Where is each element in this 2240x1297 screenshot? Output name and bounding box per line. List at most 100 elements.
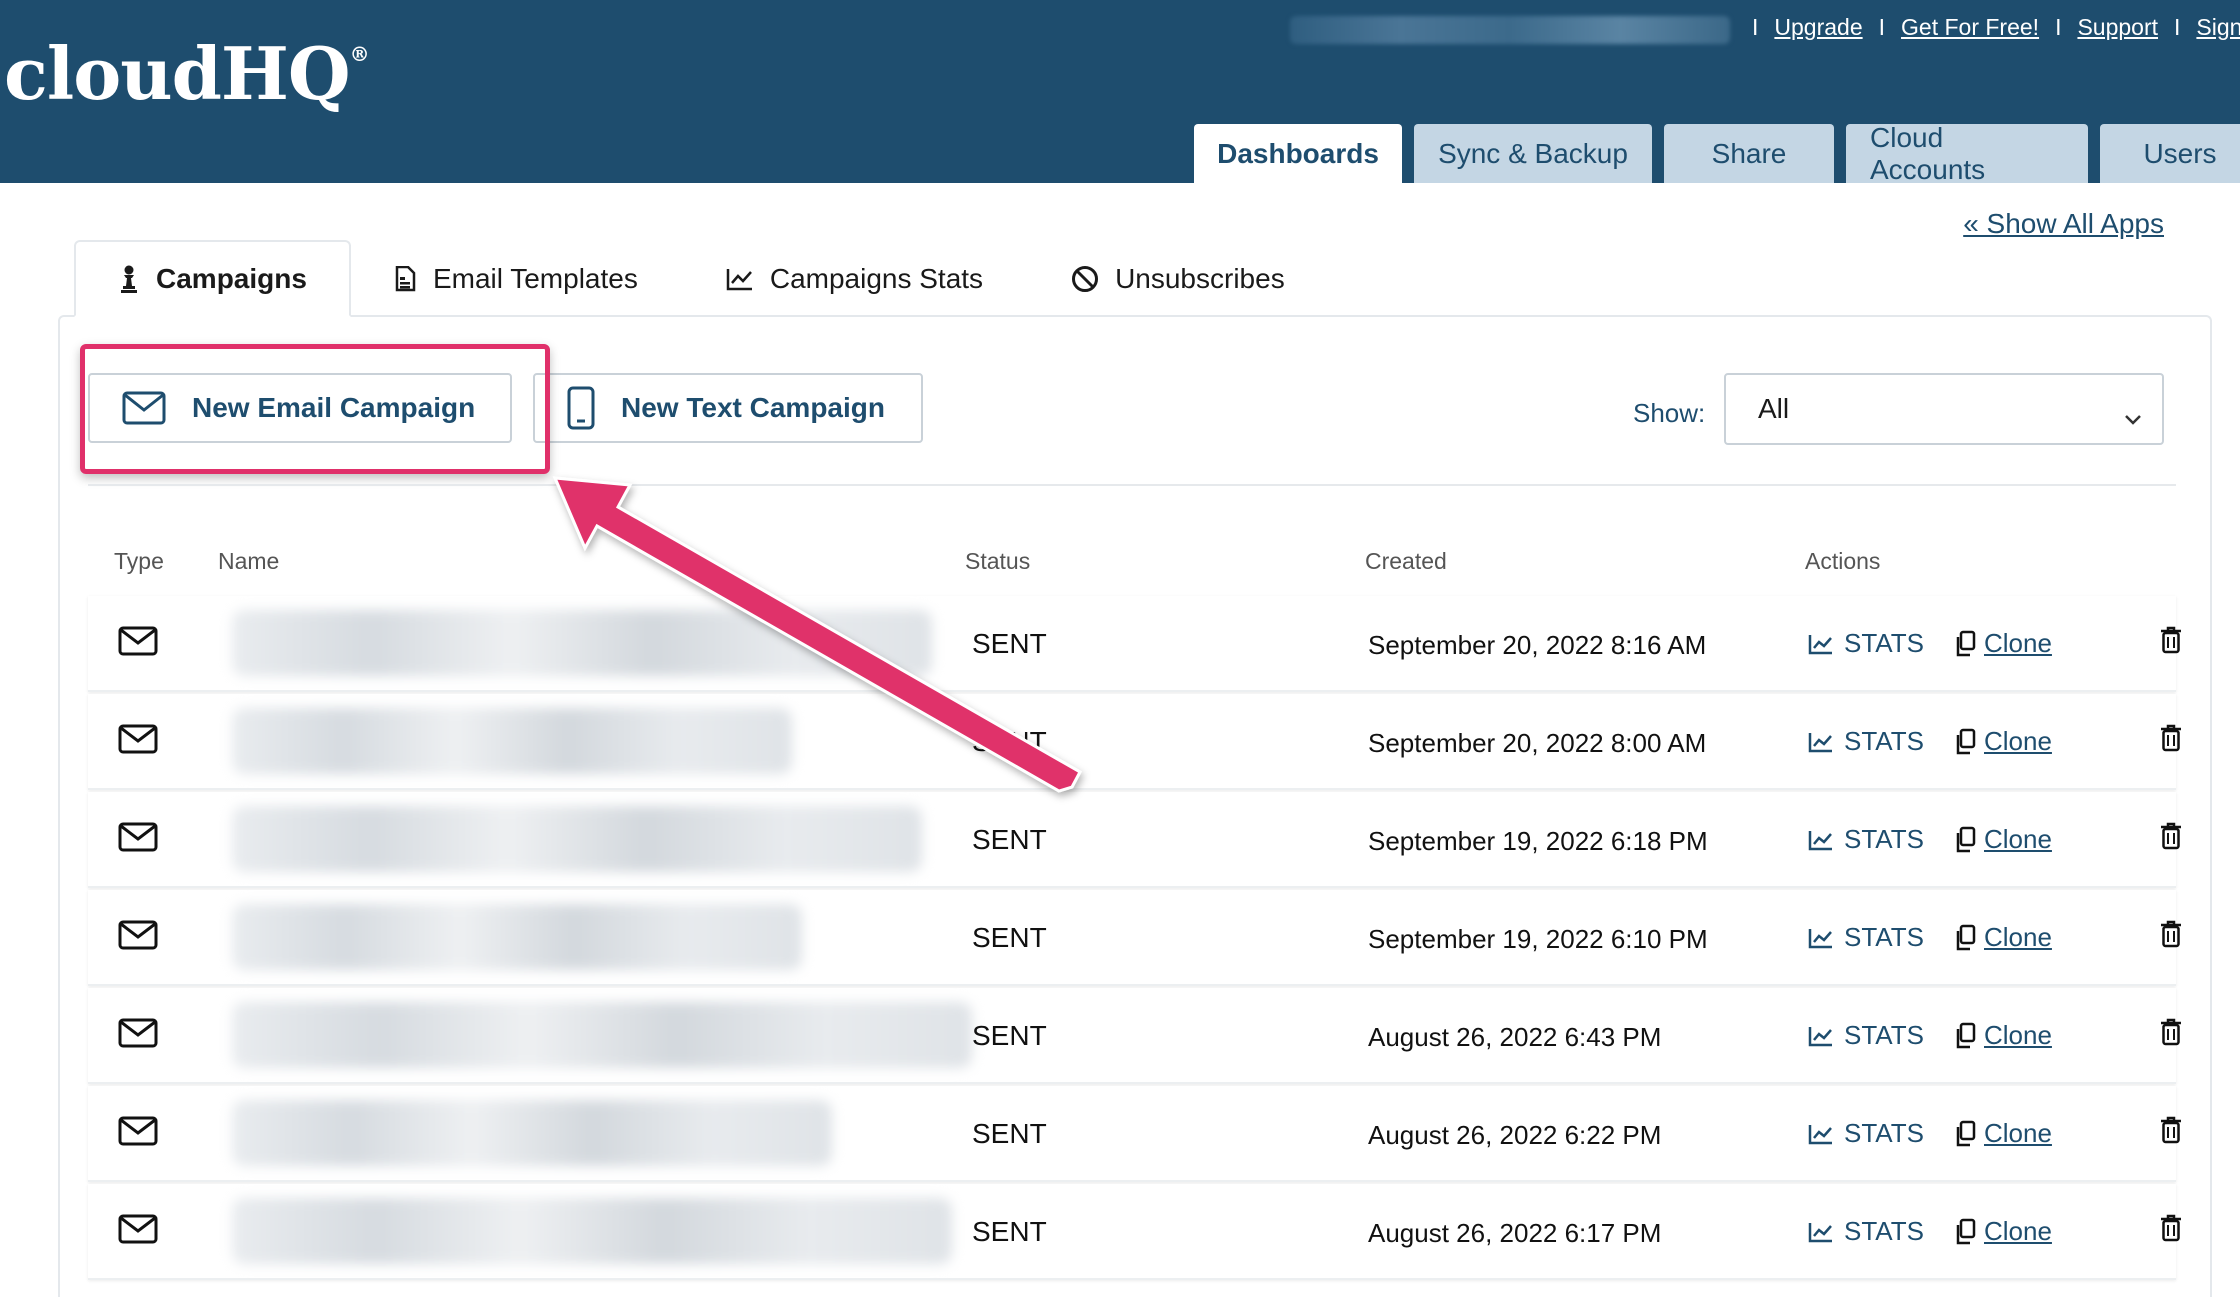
tab-users[interactable]: Users (2100, 124, 2240, 183)
stats-link[interactable]: STATS (1808, 1020, 1924, 1051)
envelope-icon (118, 626, 158, 656)
chart-line-icon (1808, 633, 1834, 655)
copy-icon (1954, 826, 1976, 854)
trash-icon[interactable] (2160, 920, 2182, 948)
campaign-name-redacted[interactable] (232, 904, 802, 970)
tab-cloud-accounts[interactable]: Cloud Accounts (1846, 122, 2088, 185)
show-filter-select[interactable]: All (1724, 373, 2164, 445)
trash-icon[interactable] (2160, 1018, 2182, 1046)
campaign-status: SENT (972, 1118, 1047, 1149)
trash-icon[interactable] (2160, 822, 2182, 850)
column-header-name: Name (218, 548, 280, 574)
table-row[interactable]: SENT August 26, 2022 6:17 PM STATS Clone (88, 1184, 2181, 1280)
tab-sync-backup[interactable]: Sync & Backup (1414, 124, 1652, 183)
sub-tabs: Campaigns Email Templates Campaigns Stat… (74, 240, 1329, 317)
stats-link[interactable]: STATS (1808, 726, 1924, 757)
campaign-created-date: August 26, 2022 6:22 PM (1368, 1120, 1662, 1150)
trash-icon[interactable] (2160, 1116, 2182, 1144)
campaign-name-redacted[interactable] (232, 1100, 832, 1166)
envelope-icon (118, 1116, 158, 1146)
envelope-icon (118, 1214, 158, 1244)
subtab-campaigns[interactable]: Campaigns (74, 240, 351, 317)
campaign-status: SENT (972, 726, 1047, 757)
mobile-phone-icon (567, 386, 595, 430)
campaign-created-date: August 26, 2022 6:43 PM (1368, 1022, 1662, 1052)
show-all-apps-link[interactable]: « Show All Apps (1963, 208, 2164, 240)
envelope-icon (118, 920, 158, 950)
column-header-actions: Actions (1805, 548, 1881, 574)
campaign-status: SENT (972, 1020, 1047, 1051)
top-links: I Upgrade I Get For Free! I Support I Si… (1736, 12, 2240, 42)
copy-icon (1954, 1218, 1976, 1246)
stats-link[interactable]: STATS (1808, 824, 1924, 855)
chart-line-icon (1808, 927, 1834, 949)
support-link[interactable]: Support (2077, 14, 2158, 41)
tab-dashboards[interactable]: Dashboards (1194, 124, 1402, 183)
clone-link[interactable]: Clone (1954, 922, 2052, 953)
chess-pawn-icon (118, 265, 140, 293)
campaign-name-redacted[interactable] (232, 1198, 952, 1264)
column-header-type: Type (114, 548, 164, 574)
stats-link[interactable]: STATS (1808, 1216, 1924, 1247)
account-email-redacted (1290, 16, 1730, 44)
campaign-status: SENT (972, 1216, 1047, 1247)
trash-icon[interactable] (2160, 626, 2182, 654)
clone-link[interactable]: Clone (1954, 1020, 2052, 1051)
stats-link[interactable]: STATS (1808, 1118, 1924, 1149)
stats-link[interactable]: STATS (1808, 628, 1924, 659)
clone-link[interactable]: Clone (1954, 1216, 2052, 1247)
campaign-name-redacted[interactable] (232, 1002, 972, 1068)
envelope-icon (118, 724, 158, 754)
campaign-name-redacted[interactable] (232, 610, 932, 676)
chart-line-icon (726, 267, 754, 291)
table-row[interactable]: SENT September 19, 2022 6:18 PM STATS Cl… (88, 792, 2181, 888)
campaigns-table: SENT September 20, 2022 8:16 AM STATS Cl… (88, 596, 2181, 1282)
copy-icon (1954, 630, 1976, 658)
subtab-email-templates[interactable]: Email Templates (351, 240, 682, 317)
show-filter-label: Show: (1633, 398, 1706, 428)
campaign-name-redacted[interactable] (232, 708, 792, 774)
sign-out-link[interactable]: Sign O (2196, 14, 2240, 41)
stats-link[interactable]: STATS (1808, 922, 1924, 953)
campaign-status: SENT (972, 922, 1047, 953)
clone-link[interactable]: Clone (1954, 726, 2052, 757)
envelope-icon (118, 822, 158, 852)
chart-line-icon (1808, 1221, 1834, 1243)
table-row[interactable]: SENT August 26, 2022 6:43 PM STATS Clone (88, 988, 2181, 1084)
envelope-icon (118, 1018, 158, 1048)
table-row[interactable]: SENT September 20, 2022 8:00 AM STATS Cl… (88, 694, 2181, 790)
table-row[interactable]: SENT August 26, 2022 6:22 PM STATS Clone (88, 1086, 2181, 1182)
copy-icon (1954, 924, 1976, 952)
get-for-free-link[interactable]: Get For Free! (1901, 14, 2039, 41)
campaign-created-date: September 19, 2022 6:10 PM (1368, 924, 1708, 954)
subtab-unsubscribes[interactable]: Unsubscribes (1027, 240, 1329, 317)
copy-icon (1954, 1120, 1976, 1148)
main-tabs: Dashboards Sync & Backup Share Cloud Acc… (1194, 122, 2240, 185)
upgrade-link[interactable]: Upgrade (1774, 14, 1862, 41)
copy-icon (1954, 1022, 1976, 1050)
trash-icon[interactable] (2160, 1214, 2182, 1242)
table-row[interactable]: SENT September 20, 2022 8:16 AM STATS Cl… (88, 596, 2181, 692)
chart-line-icon (1808, 1025, 1834, 1047)
clone-link[interactable]: Clone (1954, 824, 2052, 855)
clone-link[interactable]: Clone (1954, 628, 2052, 659)
chart-line-icon (1808, 731, 1834, 753)
campaign-status: SENT (972, 628, 1047, 659)
subtab-campaigns-stats[interactable]: Campaigns Stats (682, 240, 1027, 317)
campaign-name-redacted[interactable] (232, 806, 922, 872)
clone-link[interactable]: Clone (1954, 1118, 2052, 1149)
table-row[interactable]: SENT September 19, 2022 6:10 PM STATS Cl… (88, 890, 2181, 986)
ban-icon (1071, 265, 1099, 293)
document-icon (395, 265, 417, 292)
campaign-created-date: August 26, 2022 6:17 PM (1368, 1218, 1662, 1248)
chart-line-icon (1808, 829, 1834, 851)
cloudhq-logo[interactable]: cloudHQ® (4, 38, 370, 110)
new-text-campaign-button[interactable]: New Text Campaign (533, 373, 923, 443)
app-header: cloudHQ® I Upgrade I Get For Free! I Sup… (0, 0, 2240, 185)
divider (88, 484, 2176, 486)
tab-share[interactable]: Share (1664, 124, 1834, 183)
chevron-down-icon (2124, 401, 2142, 433)
campaign-created-date: September 20, 2022 8:00 AM (1368, 728, 1707, 758)
trash-icon[interactable] (2160, 724, 2182, 752)
campaign-status: SENT (972, 824, 1047, 855)
